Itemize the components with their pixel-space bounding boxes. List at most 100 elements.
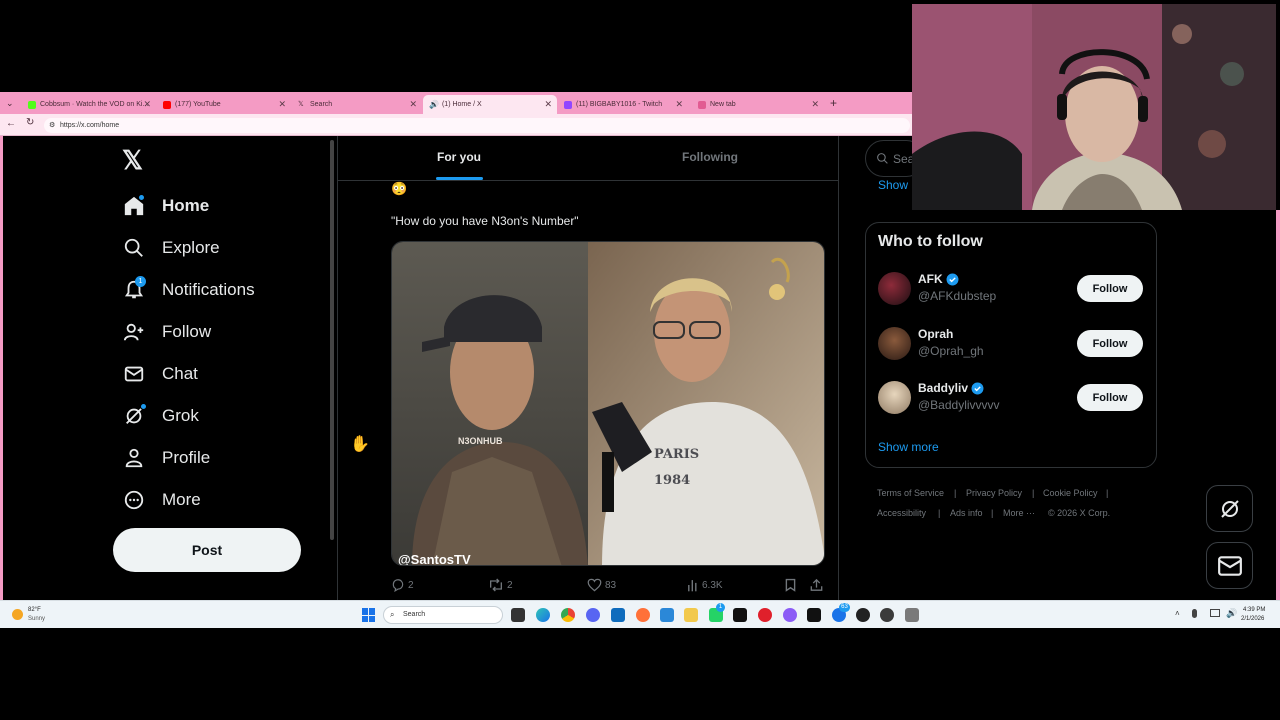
store-icon[interactable] — [611, 608, 625, 622]
messenger-icon[interactable] — [783, 608, 797, 622]
tray-chevron-icon[interactable]: ˄ — [1175, 609, 1180, 618]
browser-tab[interactable]: (11) BIGBABY1016 - Twitch ✕ — [558, 95, 688, 114]
show-more-link[interactable]: Show more — [878, 440, 939, 454]
follow-button[interactable]: Follow — [1077, 384, 1143, 411]
sidebar-item-grok[interactable]: Grok — [123, 401, 199, 431]
browser-tab[interactable]: (177) YouTube ✕ — [157, 95, 291, 114]
volume-icon[interactable]: 🔊 — [1226, 608, 1237, 619]
x-app-icon[interactable] — [807, 608, 821, 622]
footer-cookie-link[interactable]: Cookie Policy — [1043, 488, 1098, 498]
obs-icon[interactable] — [880, 608, 894, 622]
like-count: 83 — [605, 579, 617, 591]
chatgpt-icon[interactable] — [856, 608, 870, 622]
tiktok-icon[interactable] — [733, 608, 747, 622]
sidebar-item-explore[interactable]: Explore — [123, 233, 220, 263]
grok-floating-button[interactable] — [1206, 485, 1253, 532]
follow-button[interactable]: Follow — [1077, 330, 1143, 357]
webcam-overlay — [912, 4, 1276, 210]
footer-privacy-link[interactable]: Privacy Policy — [966, 488, 1022, 498]
reply-button[interactable]: 2 — [391, 578, 414, 592]
weather-sun-icon[interactable] — [12, 609, 23, 620]
back-arrow-icon[interactable]: ← — [6, 118, 16, 129]
url-field[interactable]: ⚙ https://x.com/home — [44, 118, 910, 133]
webcam-image — [912, 4, 1276, 210]
tab-close-icon[interactable]: ✕ — [544, 99, 552, 110]
footer-copyright: © 2026 X Corp. — [1048, 508, 1111, 518]
tab-title: (1) Home / X — [441, 101, 482, 108]
weather-temperature[interactable]: 82°F — [28, 607, 41, 613]
tab-close-icon[interactable]: ✕ — [278, 99, 286, 110]
video-shirt-print: PARIS 1984 — [654, 447, 700, 488]
suggestion-name-row: Oprah — [918, 327, 953, 341]
sidebar-item-notifications[interactable]: 1 Notifications — [123, 275, 255, 305]
clock-time[interactable]: 4:39 PM — [1243, 607, 1265, 613]
x-favicon-icon: 𝕏 — [298, 100, 304, 108]
share-button[interactable] — [810, 578, 826, 592]
firefox-icon[interactable] — [636, 608, 650, 622]
new-tab-button[interactable]: + — [830, 96, 837, 110]
sidebar-item-follow[interactable]: Follow — [123, 317, 211, 347]
chrome-icon[interactable] — [561, 608, 575, 622]
bookmark-button[interactable] — [785, 578, 799, 592]
sidebar-item-more[interactable]: More — [123, 485, 201, 515]
start-windows-icon[interactable] — [362, 608, 376, 622]
avatar[interactable] — [878, 327, 911, 360]
sidebar-item-label: Notifications — [162, 280, 255, 299]
tab-close-icon[interactable]: ✕ — [811, 99, 819, 110]
messages-floating-button[interactable] — [1206, 542, 1253, 589]
repost-button[interactable]: 2 — [488, 578, 513, 592]
footer-terms-link[interactable]: Terms of Service — [877, 488, 944, 498]
tab-list-chevron-icon[interactable]: ⌄ — [6, 98, 14, 109]
sidebar-item-label: Grok — [162, 406, 199, 425]
follow-suggestion[interactable]: Oprah @Oprah_gh Follow — [878, 327, 1144, 363]
reload-icon[interactable]: ↻ — [26, 117, 34, 128]
footer-accessibility-link[interactable]: Accessibility — [877, 508, 926, 518]
app-icon[interactable] — [905, 608, 919, 622]
microphone-icon[interactable] — [1192, 609, 1197, 618]
tweet-emoji: 😳 — [391, 181, 408, 196]
opera-icon[interactable] — [758, 608, 772, 622]
page-scrollbar[interactable] — [330, 140, 334, 540]
tab-close-icon[interactable]: ✕ — [143, 99, 151, 110]
whatsapp-badge: 1 — [716, 603, 725, 612]
weather-condition[interactable]: Sunny — [28, 616, 45, 622]
tweet-video[interactable]: N3ONHUB @SantosTV PARIS 1984 — [391, 241, 825, 566]
show-link[interactable]: Show — [878, 178, 908, 192]
follow-button[interactable]: Follow — [1077, 275, 1143, 302]
footer-more-link[interactable]: More ··· — [1003, 508, 1035, 518]
paint-icon[interactable] — [660, 608, 674, 622]
file-explorer-icon[interactable] — [684, 608, 698, 622]
verified-badge-icon — [946, 273, 959, 285]
views-button[interactable]: 6.3K — [687, 578, 723, 592]
sidebar-item-home[interactable]: Home — [123, 191, 209, 221]
youtube-favicon-icon — [163, 100, 171, 109]
tab-following[interactable]: Following — [682, 150, 738, 164]
like-button[interactable]: 83 — [587, 578, 616, 592]
browser-tab[interactable]: 𝕏 Search ✕ — [292, 95, 422, 114]
follow-suggestion[interactable]: AFK @AFKdubstep Follow — [878, 272, 1144, 308]
reply-count: 2 — [408, 579, 414, 591]
browser-tab[interactable]: Cobbsum · Watch the VOD on Ki... ✕ — [22, 95, 156, 114]
browser-tab[interactable]: New tab ✕ — [692, 95, 824, 114]
sidebar-item-profile[interactable]: Profile — [123, 443, 210, 473]
clock-date[interactable]: 2/1/2026 — [1241, 616, 1264, 622]
discord-icon[interactable] — [586, 608, 600, 622]
avatar[interactable] — [878, 272, 911, 305]
footer-ads-link[interactable]: Ads info — [950, 508, 983, 518]
post-button[interactable]: Post — [113, 528, 301, 572]
network-icon[interactable] — [1210, 609, 1220, 617]
grok-icon — [123, 403, 147, 427]
suggestion-handle: @AFKdubstep — [918, 289, 997, 303]
site-info-icon[interactable]: ⚙ — [49, 118, 55, 133]
browser-tab-active[interactable]: 🔊 (1) Home / X ✕ — [423, 95, 557, 114]
avatar[interactable] — [878, 381, 911, 414]
follow-suggestion[interactable]: Baddyliv @Baddylivvvvv Follow — [878, 381, 1144, 417]
sidebar-item-chat[interactable]: Chat — [123, 359, 198, 389]
tab-close-icon[interactable]: ✕ — [675, 99, 683, 110]
tab-for-you[interactable]: For you — [437, 150, 481, 164]
tab-close-icon[interactable]: ✕ — [409, 99, 417, 110]
taskbar-search-input[interactable]: ⌕ Search — [383, 606, 503, 624]
x-logo[interactable]: 𝕏 — [122, 145, 143, 176]
edge-icon[interactable] — [536, 608, 550, 622]
task-view-icon[interactable] — [511, 608, 525, 622]
